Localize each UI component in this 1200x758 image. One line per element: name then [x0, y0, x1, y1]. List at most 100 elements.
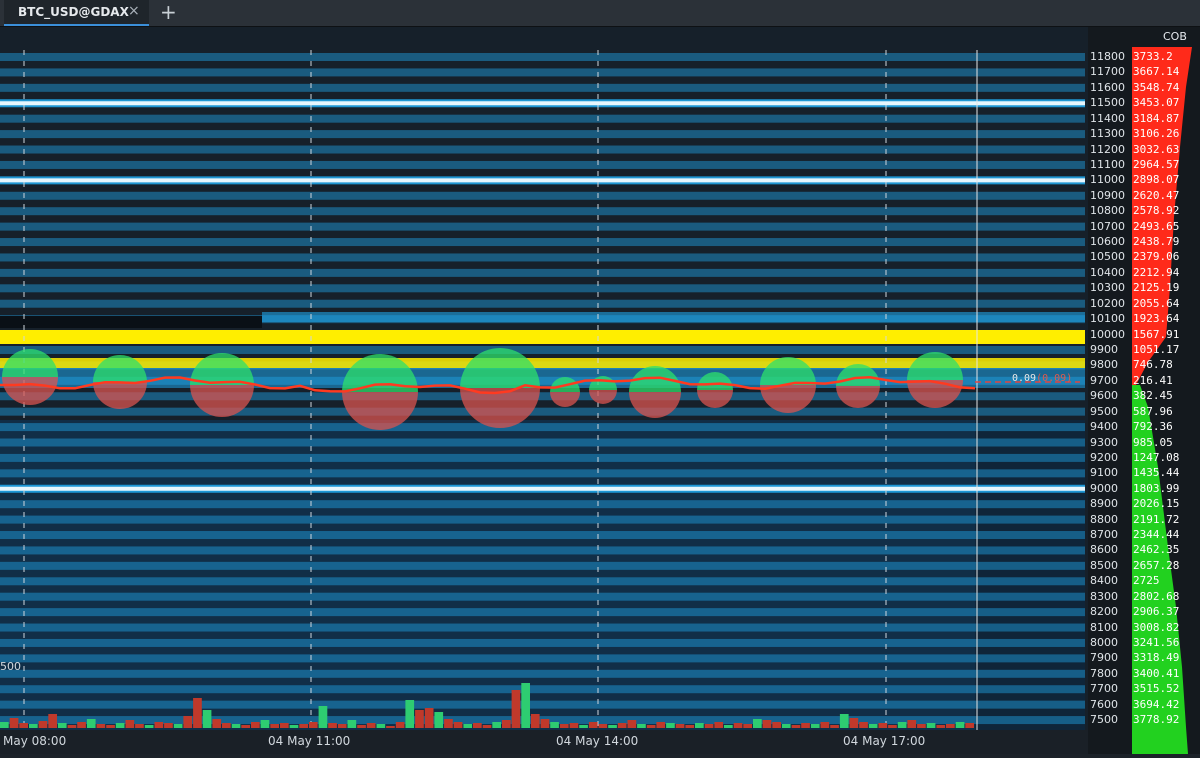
- price-band: [0, 654, 1085, 663]
- price-band: [0, 453, 1085, 462]
- price-level-label: 10000: [1090, 327, 1125, 341]
- volume-bar: [48, 714, 57, 728]
- volume-bar: [308, 722, 318, 728]
- volume-bar: [463, 724, 473, 728]
- price-level-label: 10100: [1090, 312, 1125, 326]
- cob-value: 2620.47: [1133, 188, 1180, 202]
- price-level-label: 10700: [1090, 219, 1125, 233]
- volume-bar: [106, 725, 115, 728]
- price-band: [0, 160, 1085, 169]
- price-band: [0, 114, 1085, 123]
- price-band: [0, 284, 1085, 293]
- cob-value: 985.05: [1133, 435, 1173, 449]
- price-band: [0, 207, 1085, 216]
- cob-value: 3453.07: [1133, 96, 1180, 110]
- volume-bar: [0, 722, 9, 728]
- volume-bar: [222, 723, 231, 728]
- tab-label: BTC_USD@GDAX: [18, 5, 129, 19]
- price-band: [0, 531, 1085, 540]
- price-level-label: 10400: [1090, 265, 1125, 279]
- volume-bar: [482, 725, 492, 728]
- price-level-label: 8700: [1090, 528, 1118, 542]
- price-level-label: 10800: [1090, 204, 1125, 218]
- price-level-label: 11200: [1090, 142, 1125, 156]
- volume-bar: [617, 723, 627, 728]
- volume-bar: [67, 725, 77, 728]
- price-level-label: 8300: [1090, 589, 1118, 603]
- volume-bar: [550, 722, 559, 728]
- price-band: [0, 469, 1085, 478]
- price-band: [0, 500, 1085, 509]
- volume-bar: [347, 720, 357, 728]
- price-level-label: 7900: [1090, 651, 1118, 665]
- price-band: [0, 222, 1085, 231]
- volume-axis-label: 500: [0, 660, 21, 673]
- volume-bar: [588, 722, 598, 728]
- price-level-label: 9500: [1090, 404, 1118, 418]
- volume-bar: [704, 724, 714, 728]
- close-icon[interactable]: ×: [128, 3, 140, 19]
- last-price-label: 0.09(0.09): [1012, 373, 1072, 384]
- price-level-label: 10300: [1090, 281, 1125, 295]
- volume-bar: [444, 719, 453, 728]
- cob-value: 2055.64: [1133, 296, 1180, 310]
- volume-bar: [675, 724, 685, 728]
- volume-bar: [897, 722, 907, 728]
- price-level-label: 7500: [1090, 713, 1118, 727]
- price-level-label: 8200: [1090, 605, 1118, 619]
- cob-value: 3318.49: [1133, 651, 1180, 665]
- cob-value: 1435.44: [1133, 466, 1180, 480]
- volume-bar: [849, 718, 859, 728]
- price-level-label: 7800: [1090, 666, 1118, 680]
- cob-value: 1923.64: [1133, 312, 1180, 326]
- volume-bar: [473, 723, 482, 728]
- volume-bar: [530, 714, 540, 728]
- price-level-label: 9400: [1090, 420, 1118, 434]
- price-band: [0, 438, 1085, 447]
- price-level-label: 8400: [1090, 574, 1118, 588]
- volume-bar: [424, 708, 434, 728]
- cob-value: 2493.65: [1133, 219, 1180, 233]
- cob-value: 1247.08: [1133, 450, 1180, 464]
- volume-bar: [868, 724, 878, 728]
- cob-value: 382.45: [1133, 389, 1173, 403]
- price-level-label: 11000: [1090, 173, 1125, 187]
- cob-value: 3106.26: [1133, 127, 1180, 141]
- cob-value: 2657.28: [1133, 558, 1180, 572]
- volume-bar: [685, 725, 695, 728]
- price-level-label: 11300: [1090, 127, 1125, 141]
- cob-value: 1567.91: [1133, 327, 1180, 341]
- cob-value: 746.78: [1133, 358, 1173, 372]
- volume-bar: [695, 723, 704, 728]
- volume-bar: [936, 725, 946, 728]
- volume-bar: [753, 719, 762, 728]
- volume-bar: [733, 723, 743, 728]
- volume-bar: [453, 722, 463, 728]
- volume-bar: [183, 716, 193, 728]
- price-level-label: 10600: [1090, 235, 1125, 249]
- volume-bar: [154, 722, 164, 728]
- price-band: [0, 299, 1085, 308]
- price-level-label: 11100: [1090, 157, 1125, 171]
- cob-value: 3694.42: [1133, 697, 1180, 711]
- price-level-label: 9900: [1090, 342, 1118, 356]
- cob-value: 3400.41: [1133, 666, 1180, 680]
- price-level-label: 8800: [1090, 512, 1118, 526]
- volume-bar: [212, 719, 222, 728]
- volume-bar: [810, 724, 820, 728]
- cob-value: 2462.35: [1133, 543, 1180, 557]
- tab-btc-usd-gdax[interactable]: BTC_USD@GDAX ×: [4, 0, 149, 26]
- price-band: [0, 700, 1085, 709]
- volume-bar: [781, 724, 791, 728]
- price-level-label: 9800: [1090, 358, 1118, 372]
- cob-value: 2906.37: [1133, 605, 1180, 619]
- add-tab-button[interactable]: +: [160, 0, 177, 24]
- price-level-label: 11700: [1090, 65, 1125, 79]
- price-level-label: 9700: [1090, 373, 1118, 387]
- volume-bar: [29, 724, 38, 728]
- cob-value: 2125.19: [1133, 281, 1180, 295]
- orderbook-heatmap[interactable]: [0, 27, 1088, 754]
- cob-value: 3032.63: [1133, 142, 1180, 156]
- volume-bar: [608, 725, 617, 728]
- volume-bar: [772, 722, 781, 728]
